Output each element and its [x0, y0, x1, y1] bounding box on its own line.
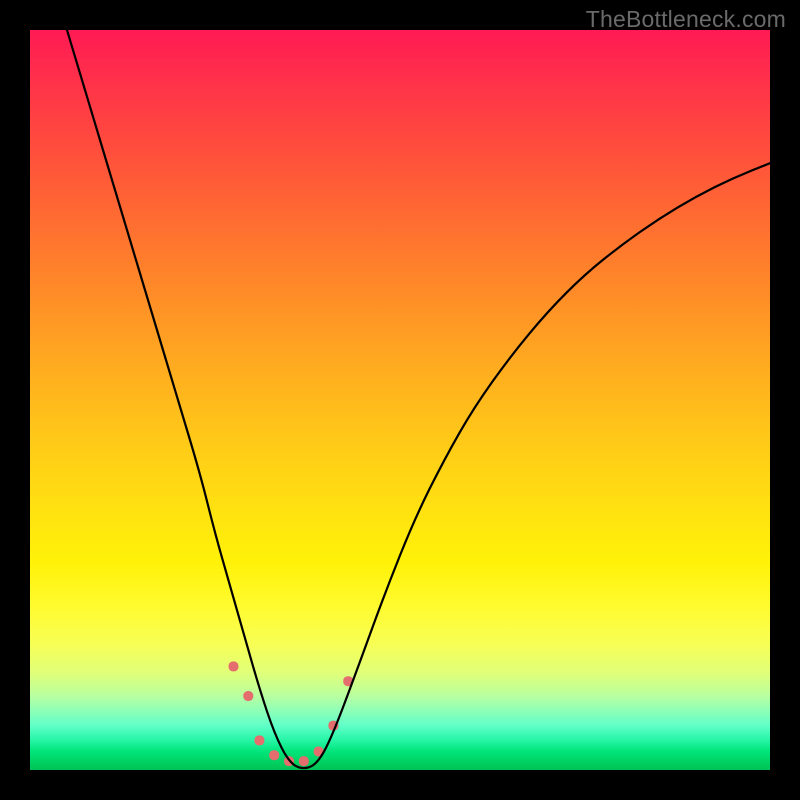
curve-marker: [299, 756, 309, 766]
plot-area: [30, 30, 770, 770]
curve-marker: [243, 691, 253, 701]
curve-marker: [229, 661, 239, 671]
curve-layer: [30, 30, 770, 770]
curve-marker: [269, 750, 279, 760]
chart-frame: TheBottleneck.com: [0, 0, 800, 800]
marker-group: [229, 661, 354, 766]
bottleneck-curve: [67, 30, 770, 768]
watermark-text: TheBottleneck.com: [586, 6, 786, 33]
curve-marker: [254, 735, 264, 745]
